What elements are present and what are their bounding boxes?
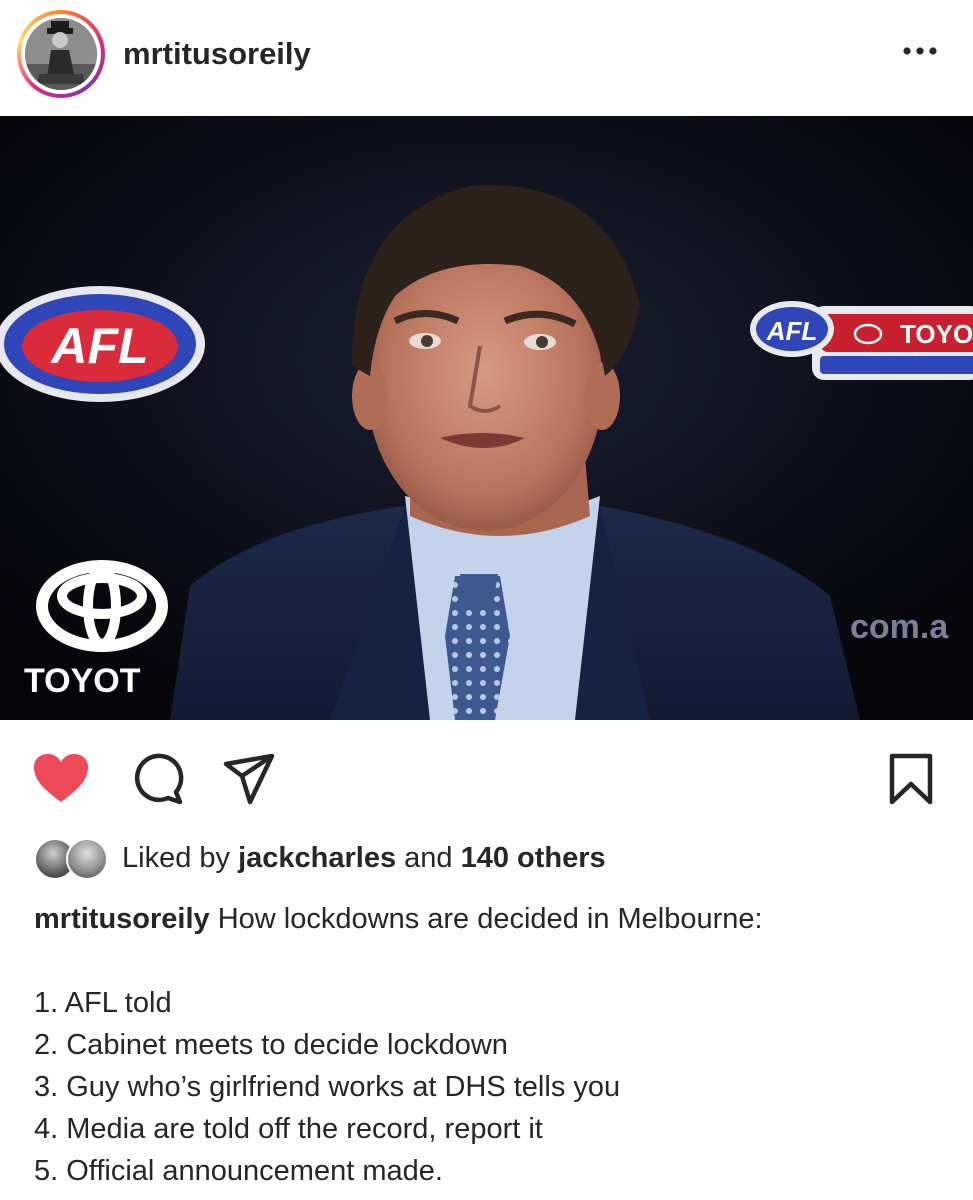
caption-item: 3. Guy who’s girlfriend works at DHS tel… xyxy=(34,1071,621,1103)
svg-text:AFL: AFL xyxy=(49,318,148,374)
afl-logo: AFL xyxy=(0,286,205,402)
post-header: mrtitusoreily xyxy=(0,0,973,112)
profile-avatar[interactable] xyxy=(17,10,105,98)
svg-text:TOYO: TOYO xyxy=(900,319,973,349)
share-send-icon[interactable] xyxy=(222,752,276,811)
post-caption: mrtitusoreily How lockdowns are decided … xyxy=(34,898,954,1192)
likes-others-count[interactable]: 140 others xyxy=(461,842,606,874)
likes-prefix: Liked by xyxy=(122,842,231,874)
press-conference-photo: AFL AFL TOYO TOYOT com.a xyxy=(0,116,973,720)
post-image[interactable]: AFL AFL TOYO TOYOT com.a xyxy=(0,116,973,720)
avatar-photo xyxy=(25,18,97,90)
action-bar xyxy=(0,740,973,820)
caption-username[interactable]: mrtitusoreily xyxy=(34,903,210,935)
liker-username[interactable]: jackcharles xyxy=(238,842,396,874)
caption-item: 5. Official announcement made. xyxy=(34,1155,443,1187)
like-heart-icon[interactable] xyxy=(32,752,90,809)
more-options-icon[interactable] xyxy=(895,36,945,66)
likes-summary: Liked by jackcharles and 140 others xyxy=(34,836,934,880)
comment-icon[interactable] xyxy=(130,752,184,811)
likes-connector: and xyxy=(404,842,453,874)
svg-text:AFL: AFL xyxy=(766,316,818,346)
bookmark-icon[interactable] xyxy=(888,752,934,811)
liker-avatar-2[interactable] xyxy=(66,838,108,880)
svg-text:TOYOT: TOYOT xyxy=(24,662,141,700)
caption-item: 1. AFL told xyxy=(34,987,172,1019)
svg-text:com.a: com.a xyxy=(850,608,949,646)
post-username[interactable]: mrtitusoreily xyxy=(123,36,311,72)
caption-headline: How lockdowns are decided in Melbourne: xyxy=(217,903,763,935)
caption-item: 2. Cabinet meets to decide lockdown xyxy=(34,1029,508,1061)
caption-item: 4. Media are told off the record, report… xyxy=(34,1113,543,1145)
likes-text[interactable]: Liked by jackcharles and 140 others xyxy=(122,842,606,875)
